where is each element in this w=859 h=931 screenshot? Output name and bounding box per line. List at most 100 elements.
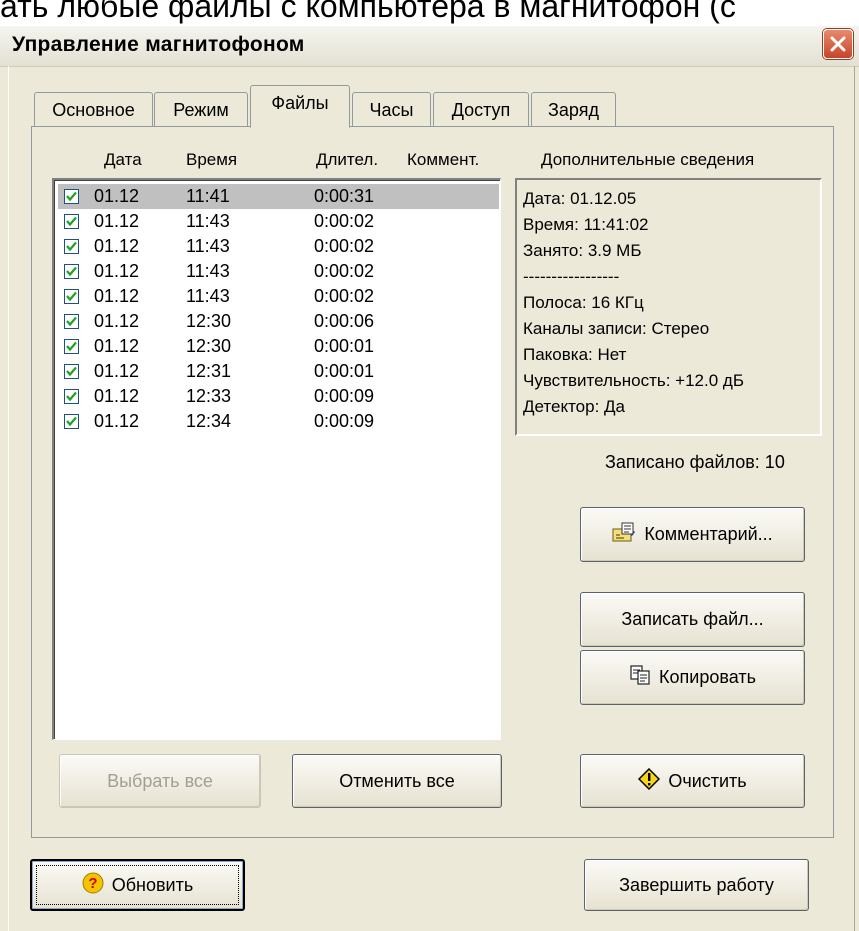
close-icon — [830, 36, 846, 52]
comment-icon — [612, 521, 636, 548]
cell-duration: 0:00:02 — [314, 261, 375, 281]
cell-date: 01.12 — [94, 261, 140, 281]
row-checkbox[interactable] — [64, 364, 79, 379]
cell-time: 12:30 — [186, 336, 232, 356]
files-written-count: Записано файлов: 10 — [605, 452, 785, 472]
table-row[interactable]: 01.12 11:43 0:00:02 — [58, 234, 499, 259]
row-checkbox[interactable] — [64, 289, 79, 304]
cell-date: 01.12 — [94, 386, 140, 406]
info-used: Занято: 3.9 МБ — [523, 241, 642, 260]
cell-time: 11:41 — [186, 186, 230, 206]
info-box: Дата: 01.12.05 Время: 11:41:02 Занято: 3… — [515, 178, 822, 436]
tab-clock[interactable]: Часы — [352, 92, 431, 126]
checkmark-icon — [66, 316, 77, 327]
cell-time: 11:43 — [186, 236, 230, 256]
row-checkbox[interactable] — [64, 314, 79, 329]
cell-duration: 0:00:02 — [314, 236, 375, 256]
table-row[interactable]: 01.12 12:34 0:00:09 — [58, 409, 499, 434]
checkmark-icon — [66, 191, 77, 202]
row-checkbox[interactable] — [64, 264, 79, 279]
row-checkbox[interactable] — [64, 389, 79, 404]
table-row[interactable]: 01.12 11:43 0:00:02 — [58, 259, 499, 284]
copy-icon — [629, 664, 651, 691]
row-checkbox[interactable] — [64, 414, 79, 429]
cell-duration: 0:00:09 — [314, 386, 375, 406]
table-row[interactable]: 01.12 12:30 0:00:01 — [58, 334, 499, 359]
tab-files[interactable]: Файлы — [250, 85, 350, 128]
window-title: Управление магнитофоном — [12, 33, 305, 56]
cell-date: 01.12 — [94, 336, 140, 356]
info-bandwidth: Полоса: 16 КГц — [523, 293, 644, 312]
cell-duration: 0:00:31 — [314, 186, 375, 206]
row-checkbox[interactable] — [64, 214, 79, 229]
checkmark-icon — [66, 241, 77, 252]
select-all-button[interactable]: Выбрать все — [59, 754, 261, 808]
checkmark-icon — [66, 391, 77, 402]
info-title: Дополнительные сведения — [541, 150, 755, 169]
help-icon: ? — [82, 872, 104, 899]
cell-date: 01.12 — [94, 411, 140, 431]
exit-button[interactable]: Завершить работу — [584, 859, 809, 911]
info-sensitivity: Чувствительность: +12.0 дБ — [523, 371, 744, 390]
checkmark-icon — [66, 416, 77, 427]
cell-duration: 0:00:09 — [314, 411, 375, 431]
cell-duration: 0:00:02 — [314, 286, 375, 306]
cell-time: 12:34 — [186, 411, 232, 431]
cell-date: 01.12 — [94, 361, 140, 381]
column-header-time[interactable]: Время — [186, 150, 237, 170]
checkmark-icon — [66, 366, 77, 377]
clear-button[interactable]: Очистить — [580, 754, 805, 808]
checkmark-icon — [66, 216, 77, 227]
info-packing: Паковка: Нет — [523, 345, 627, 364]
checkmark-icon — [66, 291, 77, 302]
cell-duration: 0:00:06 — [314, 311, 375, 331]
table-row[interactable]: 01.12 11:43 0:00:02 — [58, 284, 499, 309]
checkmark-icon — [66, 266, 77, 277]
cell-duration: 0:00:01 — [314, 336, 375, 356]
column-header-comment[interactable]: Коммент. — [407, 150, 479, 170]
column-header-duration[interactable]: Длител. — [316, 150, 378, 170]
table-row[interactable]: 01.12 12:31 0:00:01 — [58, 359, 499, 384]
tab-main[interactable]: Основное — [34, 92, 153, 126]
cell-date: 01.12 — [94, 311, 140, 331]
cell-date: 01.12 — [94, 186, 140, 206]
tab-mode[interactable]: Режим — [154, 92, 248, 126]
info-channels: Каналы записи: Стерео — [523, 319, 710, 338]
table-row[interactable]: 01.12 12:30 0:00:06 — [58, 309, 499, 334]
cell-time: 11:43 — [186, 211, 230, 231]
deselect-all-button[interactable]: Отменить все — [292, 754, 502, 808]
row-checkbox[interactable] — [64, 339, 79, 354]
svg-text:?: ? — [88, 875, 97, 892]
cell-date: 01.12 — [94, 236, 140, 256]
cell-duration: 0:00:02 — [314, 211, 375, 231]
info-separator: ----------------- — [523, 267, 620, 286]
cropped-caption-text: ать любые файлы с компьютера в магнитофо… — [0, 0, 859, 26]
title-bar: Управление магнитофоном — [0, 26, 859, 67]
cell-time: 11:43 — [186, 286, 230, 306]
copy-button[interactable]: Копировать — [580, 650, 805, 705]
warning-icon — [638, 767, 661, 795]
refresh-button[interactable]: ? Обновить — [30, 859, 245, 911]
tab-charge[interactable]: Заряд — [531, 92, 616, 126]
info-date: Дата: 01.12.05 — [523, 189, 637, 208]
row-checkbox[interactable] — [64, 239, 79, 254]
cell-time: 12:33 — [186, 386, 232, 406]
table-row[interactable]: 01.12 12:33 0:00:09 — [58, 384, 499, 409]
file-list[interactable]: 01.12 11:41 0:00:31 01.12 11:43 0:00:02 01.12 1… — [52, 178, 501, 740]
column-header-date[interactable]: Дата — [104, 150, 142, 170]
table-row[interactable]: 01.12 11:43 0:00:02 — [58, 209, 499, 234]
table-row[interactable]: 01.12 11:41 0:00:31 — [58, 184, 499, 209]
checkmark-icon — [66, 341, 77, 352]
cell-time: 12:31 — [186, 361, 232, 381]
cell-date: 01.12 — [94, 211, 140, 231]
cell-time: 11:43 — [186, 261, 230, 281]
tab-access[interactable]: Доступ — [433, 92, 529, 126]
cell-time: 12:30 — [186, 311, 232, 331]
comment-button[interactable]: Комментарий... — [580, 507, 805, 562]
cell-date: 01.12 — [94, 286, 140, 306]
row-checkbox[interactable] — [64, 189, 79, 204]
close-button[interactable] — [823, 29, 853, 59]
write-file-button[interactable]: Записать файл... — [580, 592, 805, 647]
info-detector: Детектор: Да — [523, 397, 625, 416]
cell-duration: 0:00:01 — [314, 361, 375, 381]
